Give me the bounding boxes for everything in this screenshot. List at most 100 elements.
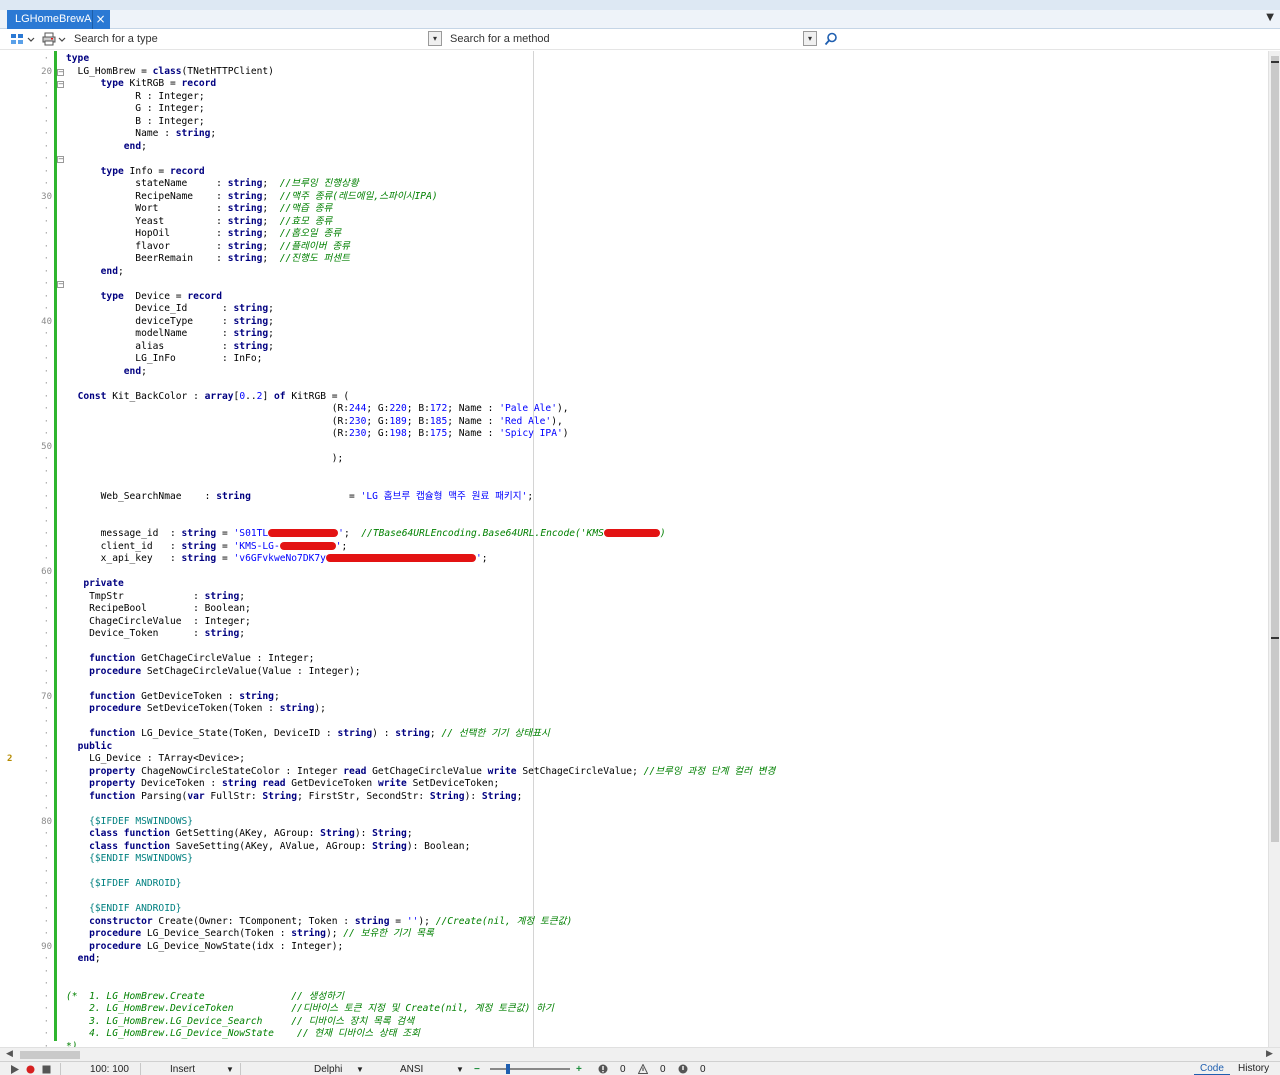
play-macro-icon[interactable] — [10, 1065, 20, 1074]
gutter-row[interactable]: · — [0, 578, 54, 591]
code-editor[interactable]: · 20 · · · · · · · · · 30 · · · · · · · · · 40 · · · · · · · · · 50 · · · ·… — [0, 51, 1268, 1047]
fold-toggle-icon[interactable]: − — [57, 156, 64, 163]
tab-close-icon[interactable]: × — [92, 10, 108, 29]
code-line[interactable] — [66, 478, 775, 491]
gutter-row[interactable]: · — [0, 641, 54, 654]
gutter-row[interactable]: · — [0, 741, 54, 754]
vertical-scrollbar[interactable] — [1268, 51, 1280, 1047]
gutter-row[interactable]: · — [0, 228, 54, 241]
code-line[interactable]: Wort : string; //맥즙 종류 — [66, 203, 775, 216]
gutter-row[interactable]: 70 — [0, 691, 54, 704]
code-line[interactable]: property DeviceToken : string read GetDe… — [66, 778, 775, 791]
code-line[interactable]: ); — [66, 453, 775, 466]
gutter-row[interactable]: · — [0, 341, 54, 354]
chevron-down-icon[interactable]: ▼ — [356, 1064, 364, 1075]
code-line[interactable]: end; — [66, 366, 775, 379]
code-line[interactable]: R : Integer; — [66, 91, 775, 104]
gutter-row[interactable]: · — [0, 78, 54, 91]
code-line[interactable]: Yeast : string; //효모 종류 — [66, 216, 775, 229]
code-line[interactable]: ChageCircleValue : Integer; — [66, 616, 775, 629]
code-line[interactable] — [66, 966, 775, 979]
code-line[interactable] — [66, 803, 775, 816]
warning-icon[interactable] — [638, 1064, 648, 1074]
gutter-row[interactable]: · — [0, 853, 54, 866]
code-line[interactable]: property ChageNowCircleStateColor : Inte… — [66, 766, 775, 779]
horizontal-scroll-thumb[interactable] — [20, 1051, 80, 1059]
gutter-row[interactable]: · — [0, 678, 54, 691]
gutter-row[interactable]: · — [0, 116, 54, 129]
code-line[interactable]: procedure LG_Device_Search(Token : strin… — [66, 928, 775, 941]
gutter-row[interactable]: · — [0, 978, 54, 991]
code-line[interactable]: {$ENDIF ANDROID} — [66, 903, 775, 916]
method-search-dropdown-icon[interactable]: ▾ — [803, 31, 817, 46]
code-line[interactable] — [66, 516, 775, 529]
gutter-row[interactable]: · — [0, 353, 54, 366]
gutter-row[interactable]: · — [0, 128, 54, 141]
code-line[interactable]: LG_InFo : InFo; — [66, 353, 775, 366]
code-line[interactable]: RecipeBool : Boolean; — [66, 603, 775, 616]
gutter-row[interactable]: · — [0, 716, 54, 729]
gutter-row[interactable]: · — [0, 53, 54, 66]
code-line[interactable] — [66, 378, 775, 391]
gutter-row[interactable]: · — [0, 241, 54, 254]
gutter-row[interactable]: · — [0, 953, 54, 966]
gutter-row[interactable]: · — [0, 141, 54, 154]
gutter-row[interactable]: · — [0, 766, 54, 779]
gutter-row[interactable]: · — [0, 1028, 54, 1041]
code-line[interactable] — [66, 891, 775, 904]
gutter-row[interactable]: · — [0, 928, 54, 941]
code-line[interactable] — [66, 978, 775, 991]
tab-code[interactable]: Code — [1194, 1062, 1230, 1075]
zoom-slider[interactable] — [490, 1068, 570, 1070]
gutter-row[interactable]: · — [0, 603, 54, 616]
error-icon[interactable] — [598, 1064, 608, 1074]
gutter-row[interactable]: · — [0, 591, 54, 604]
code-line[interactable]: 4. LG_HomBrew.LG_Device_NowState // 현재 디… — [66, 1028, 775, 1041]
source-code[interactable]: type LG_HomBrew = class(TNetHTTPClient) … — [66, 53, 775, 1047]
gutter-row[interactable]: · — [0, 866, 54, 879]
code-line[interactable]: 2. LG_HomBrew.DeviceToken //디바이스 토큰 지정 및… — [66, 1003, 775, 1016]
code-line[interactable]: procedure SetDeviceToken(Token : string)… — [66, 703, 775, 716]
code-line[interactable] — [66, 466, 775, 479]
code-line[interactable]: Device_Id : string; — [66, 303, 775, 316]
gutter-row[interactable]: · — [0, 516, 54, 529]
chevron-down-icon[interactable]: ▼ — [456, 1064, 464, 1075]
gutter-row[interactable]: · — [0, 491, 54, 504]
gutter-row[interactable]: · — [0, 966, 54, 979]
structure-view-icon[interactable] — [10, 32, 24, 46]
stop-macro-icon[interactable] — [42, 1065, 51, 1074]
gutter-row[interactable]: · — [0, 916, 54, 929]
hint-icon[interactable] — [678, 1064, 688, 1074]
gutter-row[interactable]: · — [0, 291, 54, 304]
code-line[interactable]: type — [66, 53, 775, 66]
gutter-row[interactable]: · — [0, 216, 54, 229]
code-line[interactable]: TmpStr : string; — [66, 591, 775, 604]
code-line[interactable]: (R:244; G:220; B:172; Name : 'Pale Ale')… — [66, 403, 775, 416]
gutter-row[interactable]: · — [0, 478, 54, 491]
gutter-row[interactable]: · — [0, 378, 54, 391]
scroll-left-icon[interactable]: ◀ — [6, 1049, 13, 1059]
gutter-row[interactable]: · — [0, 791, 54, 804]
gutter-row[interactable]: · — [0, 366, 54, 379]
vertical-scroll-thumb[interactable] — [1271, 56, 1279, 842]
code-line[interactable]: BeerRemain : string; //진행도 퍼센트 — [66, 253, 775, 266]
tab-list-dropdown-icon[interactable]: ▼ — [1266, 12, 1274, 23]
fold-toggle-icon[interactable]: − — [57, 81, 64, 88]
code-line[interactable]: deviceType : string; — [66, 316, 775, 329]
gutter-row[interactable]: · — [0, 528, 54, 541]
scroll-right-icon[interactable]: ▶ — [1266, 1049, 1273, 1059]
code-line[interactable]: function LG_Device_State(ToKen, DeviceID… — [66, 728, 775, 741]
gutter-row[interactable]: · — [0, 1016, 54, 1029]
type-search-dropdown-icon[interactable]: ▾ — [428, 31, 442, 46]
code-line[interactable]: LG_HomBrew = class(TNetHTTPClient) — [66, 66, 775, 79]
gutter-row[interactable]: · — [0, 628, 54, 641]
code-line[interactable]: RecipeName : string; //맥주 종류(레드에일,스파이시IP… — [66, 191, 775, 204]
code-line[interactable]: alias : string; — [66, 341, 775, 354]
code-line[interactable] — [66, 566, 775, 579]
gutter-row[interactable]: · — [0, 991, 54, 1004]
code-line[interactable]: message_id : string = 'S01TL '; //TBase64… — [66, 528, 775, 541]
gutter-row[interactable]: · — [0, 403, 54, 416]
gutter-row[interactable]: · — [0, 428, 54, 441]
code-line[interactable]: function GetChageCircleValue : Integer; — [66, 653, 775, 666]
gutter-row[interactable]: · — [0, 266, 54, 279]
